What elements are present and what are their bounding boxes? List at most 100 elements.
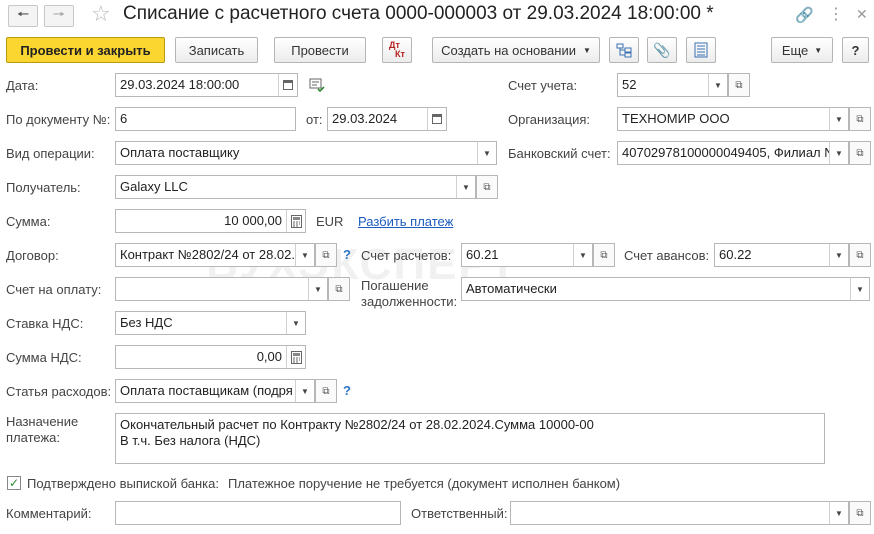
settlement-account-label: Счет расчетов: (361, 248, 452, 263)
paperclip-icon: 📎 (653, 41, 671, 58)
organization-dropdown[interactable]: ▼ (829, 107, 849, 131)
set-date-icon[interactable] (309, 78, 325, 95)
date-field[interactable]: 29.03.2024 18:00:00 (115, 73, 279, 97)
operation-dropdown[interactable]: ▼ (477, 141, 497, 165)
vat-rate-label: Ставка НДС: (6, 316, 84, 331)
from-date-calendar-button[interactable] (427, 107, 447, 131)
chevron-down-icon: ▼ (314, 284, 322, 294)
recipient-field[interactable]: Galaxy LLC (115, 175, 457, 199)
close-icon[interactable]: ✕ (856, 6, 868, 23)
invoice-open-button[interactable]: ⧉ (328, 277, 350, 301)
more-button[interactable]: Еще ▼ (771, 37, 833, 63)
contract-field[interactable]: Контракт №2802/24 от 28.02. (115, 243, 296, 267)
split-payment-link[interactable]: Разбить платеж (358, 214, 453, 229)
chevron-down-icon: ▼ (835, 148, 843, 158)
purpose-label: Назначение платежа: (6, 414, 79, 445)
settlement-account-dropdown[interactable]: ▼ (573, 243, 593, 267)
vat-rate-field[interactable]: Без НДС (115, 311, 287, 335)
help-button[interactable]: ? (842, 37, 869, 63)
save-button[interactable]: Записать (175, 37, 258, 63)
link-icon[interactable]: 🔗 (795, 6, 814, 24)
chevron-down-icon: ▼ (835, 508, 843, 518)
structure-button[interactable] (609, 37, 639, 63)
account-field[interactable]: 52 (617, 73, 710, 97)
post-and-close-button[interactable]: Провести и закрыть (6, 37, 165, 63)
vat-rate-dropdown[interactable]: ▼ (286, 311, 306, 335)
report-button[interactable] (686, 37, 716, 63)
favorite-star-icon[interactable]: ☆ (91, 3, 111, 25)
debt-repayment-dropdown[interactable]: ▼ (850, 277, 870, 301)
bank-confirmed-checkbox[interactable]: ✓ (7, 476, 21, 490)
forward-button[interactable]: 🠖 (44, 5, 74, 27)
contract-help-icon[interactable]: ? (343, 247, 351, 262)
account-open-button[interactable]: ⧉ (728, 73, 750, 97)
advance-account-dropdown[interactable]: ▼ (829, 243, 849, 267)
docnum-field[interactable]: 6 (115, 107, 296, 131)
vat-sum-field[interactable]: 0,00 (115, 345, 287, 369)
check-icon: ✓ (8, 476, 20, 490)
settlement-account-field[interactable]: 60.21 (461, 243, 574, 267)
expense-field[interactable]: Оплата поставщикам (подря (115, 379, 296, 403)
chevron-down-icon: ▼ (301, 250, 309, 260)
arrow-right-icon: 🠖 (52, 6, 66, 22)
bank-account-open-button[interactable]: ⧉ (849, 141, 871, 165)
open-form-icon: ⧉ (322, 249, 330, 261)
expense-help-icon[interactable]: ? (343, 383, 351, 398)
document-list-icon (694, 42, 708, 58)
open-form-icon: ⧉ (735, 79, 743, 91)
bank-account-field[interactable]: 40702978100000049405, Филиал N (617, 141, 830, 165)
settlement-account-open-button[interactable]: ⧉ (593, 243, 615, 267)
organization-field[interactable]: ТЕХНОМИР ООО (617, 107, 830, 131)
open-form-icon: ⧉ (600, 249, 608, 261)
responsible-field[interactable] (510, 501, 830, 525)
advance-account-label: Счет авансов: (624, 248, 710, 263)
account-dropdown[interactable]: ▼ (708, 73, 728, 97)
contract-label: Договор: (6, 248, 59, 263)
vat-sum-calculator-button[interactable] (286, 345, 306, 369)
invoice-field[interactable] (115, 277, 309, 301)
docnum-label: По документу №: (6, 112, 111, 127)
open-form-icon: ⧉ (856, 507, 864, 519)
sum-field[interactable]: 10 000,00 (115, 209, 287, 233)
dt-kt-button[interactable]: Дт Кт (382, 37, 412, 63)
expense-open-button[interactable]: ⧉ (315, 379, 337, 403)
vat-sum-label: Сумма НДС: (6, 350, 82, 365)
arrow-left-icon: 🠔 (16, 6, 30, 22)
expense-dropdown[interactable]: ▼ (295, 379, 315, 403)
chevron-down-icon: ▼ (301, 386, 309, 396)
chevron-down-icon: ▼ (483, 148, 491, 158)
attach-button[interactable]: 📎 (647, 37, 677, 63)
advance-account-open-button[interactable]: ⧉ (849, 243, 871, 267)
from-label: от: (306, 112, 323, 127)
debt-repayment-field[interactable]: Автоматически (461, 277, 851, 301)
recipient-dropdown[interactable]: ▼ (456, 175, 476, 199)
operation-field[interactable]: Оплата поставщику (115, 141, 478, 165)
back-button[interactable]: 🠔 (8, 5, 38, 27)
contract-open-button[interactable]: ⧉ (315, 243, 337, 267)
recipient-label: Получатель: (6, 180, 81, 195)
window-title: Списание с расчетного счета 0000-000003 … (123, 3, 714, 24)
responsible-open-button[interactable]: ⧉ (849, 501, 871, 525)
create-based-on-button[interactable]: Создать на основании ▼ (432, 37, 600, 63)
chevron-down-icon: ▼ (835, 114, 843, 124)
chevron-down-icon: ▼ (856, 284, 864, 294)
post-button[interactable]: Провести (274, 37, 366, 63)
purpose-textarea[interactable]: Окончательный расчет по Контракту №2802/… (115, 413, 825, 464)
chevron-down-icon: ▼ (814, 45, 823, 55)
organization-open-button[interactable]: ⧉ (849, 107, 871, 131)
comment-field[interactable] (115, 501, 401, 525)
dt-kt-icon: Дт Кт (389, 40, 405, 59)
date-calendar-button[interactable] (278, 73, 298, 97)
from-date-field[interactable]: 29.03.2024 (327, 107, 428, 131)
contract-dropdown[interactable]: ▼ (295, 243, 315, 267)
advance-account-field[interactable]: 60.22 (714, 243, 830, 267)
recipient-open-button[interactable]: ⧉ (476, 175, 498, 199)
open-form-icon: ⧉ (856, 249, 864, 261)
account-label: Счет учета: (508, 78, 578, 93)
more-vertical-icon[interactable]: ⋮ (828, 4, 844, 24)
bank-account-dropdown[interactable]: ▼ (829, 141, 849, 165)
sum-calculator-button[interactable] (286, 209, 306, 233)
responsible-dropdown[interactable]: ▼ (829, 501, 849, 525)
responsible-label: Ответственный: (411, 506, 508, 521)
invoice-dropdown[interactable]: ▼ (308, 277, 328, 301)
